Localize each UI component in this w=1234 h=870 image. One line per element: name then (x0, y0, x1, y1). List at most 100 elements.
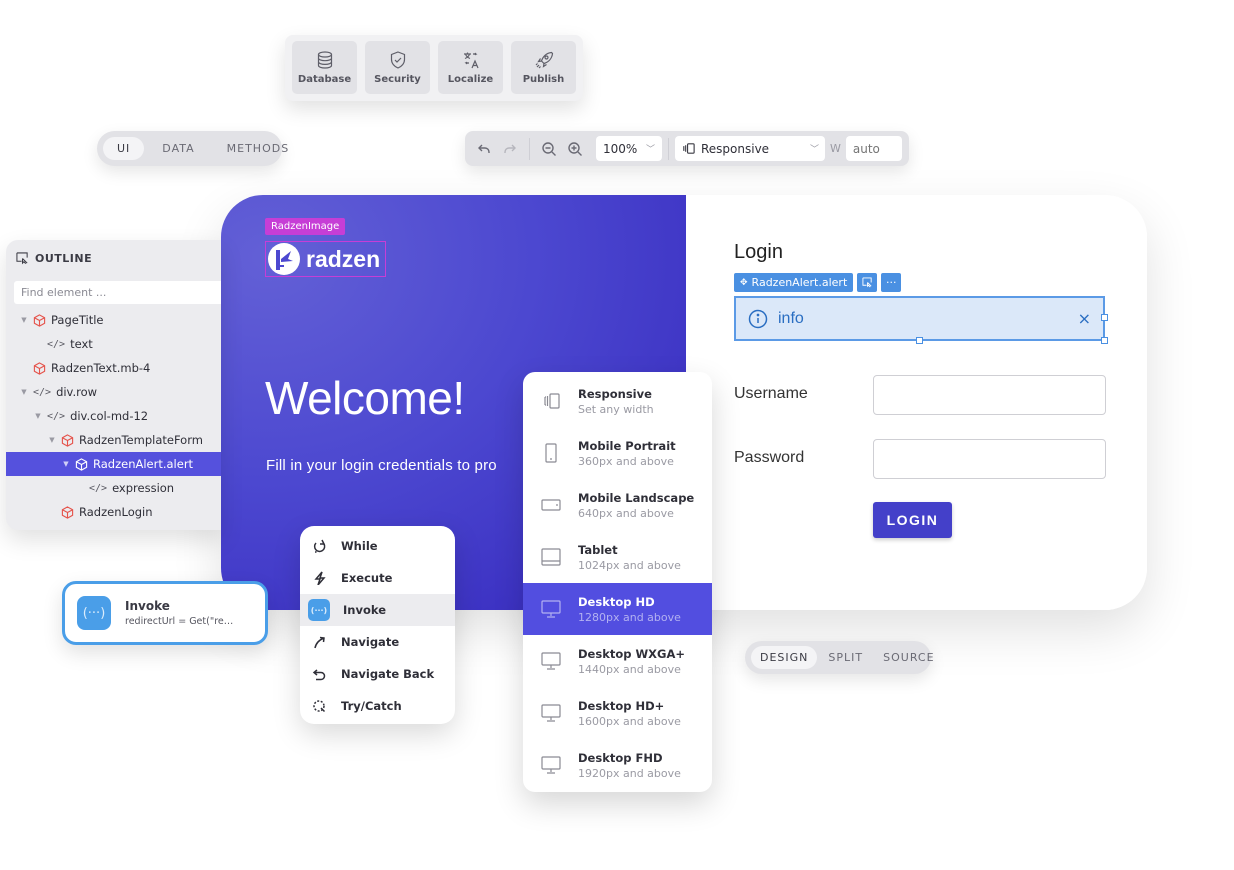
outline-item-label: PageTitle (51, 313, 104, 327)
outline-item[interactable]: RadzenText.mb-4 (6, 356, 221, 380)
action-item-label: While (341, 539, 378, 553)
zoom-value: 100% (603, 141, 638, 156)
undo-button[interactable] (471, 136, 497, 162)
password-input[interactable] (873, 439, 1106, 479)
tab-methods[interactable]: METHODS (213, 137, 304, 160)
outline-item[interactable]: ▼ </> div.col-md-12 (6, 404, 221, 428)
database-icon (315, 50, 335, 70)
outline-item-label: RadzenAlert.alert (93, 457, 194, 471)
code-tag-icon: </> (47, 410, 66, 422)
expand-caret-icon[interactable]: ▼ (62, 460, 70, 468)
invoke-action-card[interactable]: (···) Invoke redirectUrl = Get("re… (62, 581, 268, 645)
outline-item[interactable]: RadzenLogin (6, 500, 221, 524)
security-button[interactable]: Security (365, 41, 430, 94)
localize-label: Localize (447, 74, 494, 85)
tab-design[interactable]: DESIGN (751, 646, 818, 669)
tab-split[interactable]: SPLIT (819, 646, 872, 669)
action-item[interactable]: Navigate Back (300, 658, 455, 690)
action-item[interactable]: Execute (300, 562, 455, 594)
device-option[interactable]: Tablet 1024px and above (523, 531, 712, 583)
resize-handle-right[interactable] (1101, 314, 1108, 321)
device-option-desc: 360px and above (578, 454, 674, 468)
expand-caret-icon[interactable]: ▼ (20, 316, 28, 324)
action-item-label: Try/Catch (341, 699, 402, 713)
device-option[interactable]: Desktop WXGA+ 1440px and above (523, 635, 712, 687)
device-option-text: Desktop FHD 1920px and above (578, 751, 681, 780)
component-cube-icon (75, 457, 88, 471)
resize-handle-corner[interactable] (1101, 337, 1108, 344)
undo-arrow-icon (310, 665, 328, 683)
zoom-out-button[interactable] (536, 136, 562, 162)
action-item[interactable]: Try/Catch (300, 690, 455, 722)
view-switch: DESIGN SPLIT SOURCE (745, 641, 934, 674)
security-label: Security (374, 74, 421, 85)
select-parent-button[interactable] (857, 273, 878, 292)
outline-item[interactable]: ▼ RadzenAlert.alert (6, 452, 221, 476)
component-cube-icon (33, 361, 46, 375)
invoke-title: Invoke (125, 599, 170, 613)
outline-item[interactable]: ▼ PageTitle (6, 308, 221, 332)
translate-icon (461, 50, 481, 70)
lightning-icon (310, 569, 328, 587)
action-item[interactable]: Navigate (300, 626, 455, 658)
more-options-button[interactable]: ··· (881, 273, 902, 292)
publish-button[interactable]: Publish (511, 41, 576, 94)
device-option-desc: 1280px and above (578, 610, 681, 624)
expand-caret-icon[interactable]: ▼ (20, 388, 28, 396)
alert-message: info (778, 309, 804, 327)
tab-data[interactable]: DATA (148, 137, 208, 160)
zoom-out-icon (542, 141, 556, 156)
invoke-subtitle: redirectUrl = Get("re… (125, 616, 234, 627)
device-menu: Responsive Set any width Mobile Portrait 36… (523, 372, 712, 792)
component-tag-radzenimage[interactable]: RadzenImage (265, 218, 346, 235)
outline-item[interactable]: ▼ </> div.row (6, 380, 221, 404)
component-tag-radzenalert[interactable]: ✥ RadzenAlert.alert (734, 273, 854, 292)
redo-icon (504, 144, 516, 153)
expand-caret-icon[interactable]: ▼ (34, 412, 42, 420)
find-element-input[interactable] (14, 281, 221, 304)
close-icon[interactable]: × (1078, 309, 1091, 328)
zoom-select[interactable]: 100% ﹀ (596, 136, 662, 161)
tab-source[interactable]: SOURCE (874, 646, 943, 669)
mode-switch: UI DATA METHODS (97, 131, 288, 166)
device-option[interactable]: Desktop FHD 1920px and above (523, 739, 712, 791)
action-item[interactable]: (···) Invoke (300, 594, 455, 626)
alert-info[interactable]: info × (734, 296, 1108, 344)
device-option-name: Desktop FHD (578, 750, 663, 765)
alert-component-toolbar: ✥ RadzenAlert.alert ··· (734, 273, 902, 292)
select-cursor-icon (16, 252, 28, 265)
username-input[interactable] (873, 375, 1106, 415)
device-option-text: Responsive Set any width (578, 387, 654, 416)
login-button[interactable]: LOGIN (873, 502, 952, 538)
outline-item-label: div.row (56, 385, 98, 399)
device-option[interactable]: Responsive Set any width (523, 375, 712, 427)
tab-ui[interactable]: UI (103, 137, 145, 160)
device-option-name: Mobile Landscape (578, 490, 695, 505)
phone-landscape-icon (523, 494, 578, 516)
action-item[interactable]: While (300, 530, 455, 562)
code-tag-icon: </> (33, 386, 52, 398)
device-option[interactable]: Mobile Landscape 640px and above (523, 479, 712, 531)
outline-item[interactable]: </> text (6, 332, 221, 356)
component-cube-icon (33, 313, 46, 327)
zoom-in-button[interactable] (562, 136, 588, 162)
move-icon: ✥ (740, 277, 748, 288)
device-option-text: Desktop HD 1280px and above (578, 595, 681, 624)
outline-item[interactable]: </> expression (6, 476, 221, 500)
database-button[interactable]: Database (292, 41, 357, 94)
resize-handle-bottom[interactable] (916, 337, 923, 344)
device-option[interactable]: Desktop HD+ 1600px and above (523, 687, 712, 739)
localize-button[interactable]: Localize (438, 41, 503, 94)
redo-button[interactable] (497, 136, 523, 162)
width-input[interactable] (845, 136, 902, 161)
info-icon (748, 309, 768, 328)
toolbar-divider (668, 137, 669, 160)
outline-item[interactable]: ▼ RadzenTemplateForm (6, 428, 221, 452)
device-option[interactable]: Mobile Portrait 360px and above (523, 427, 712, 479)
device-option[interactable]: Desktop HD 1280px and above (523, 583, 712, 635)
radzen-logo-image[interactable]: radzen (265, 241, 386, 277)
action-item-label: Execute (341, 571, 393, 585)
expand-caret-icon[interactable]: ▼ (48, 436, 56, 444)
device-select[interactable]: Responsive ﹀ (675, 136, 825, 161)
responsive-icon (523, 390, 578, 412)
